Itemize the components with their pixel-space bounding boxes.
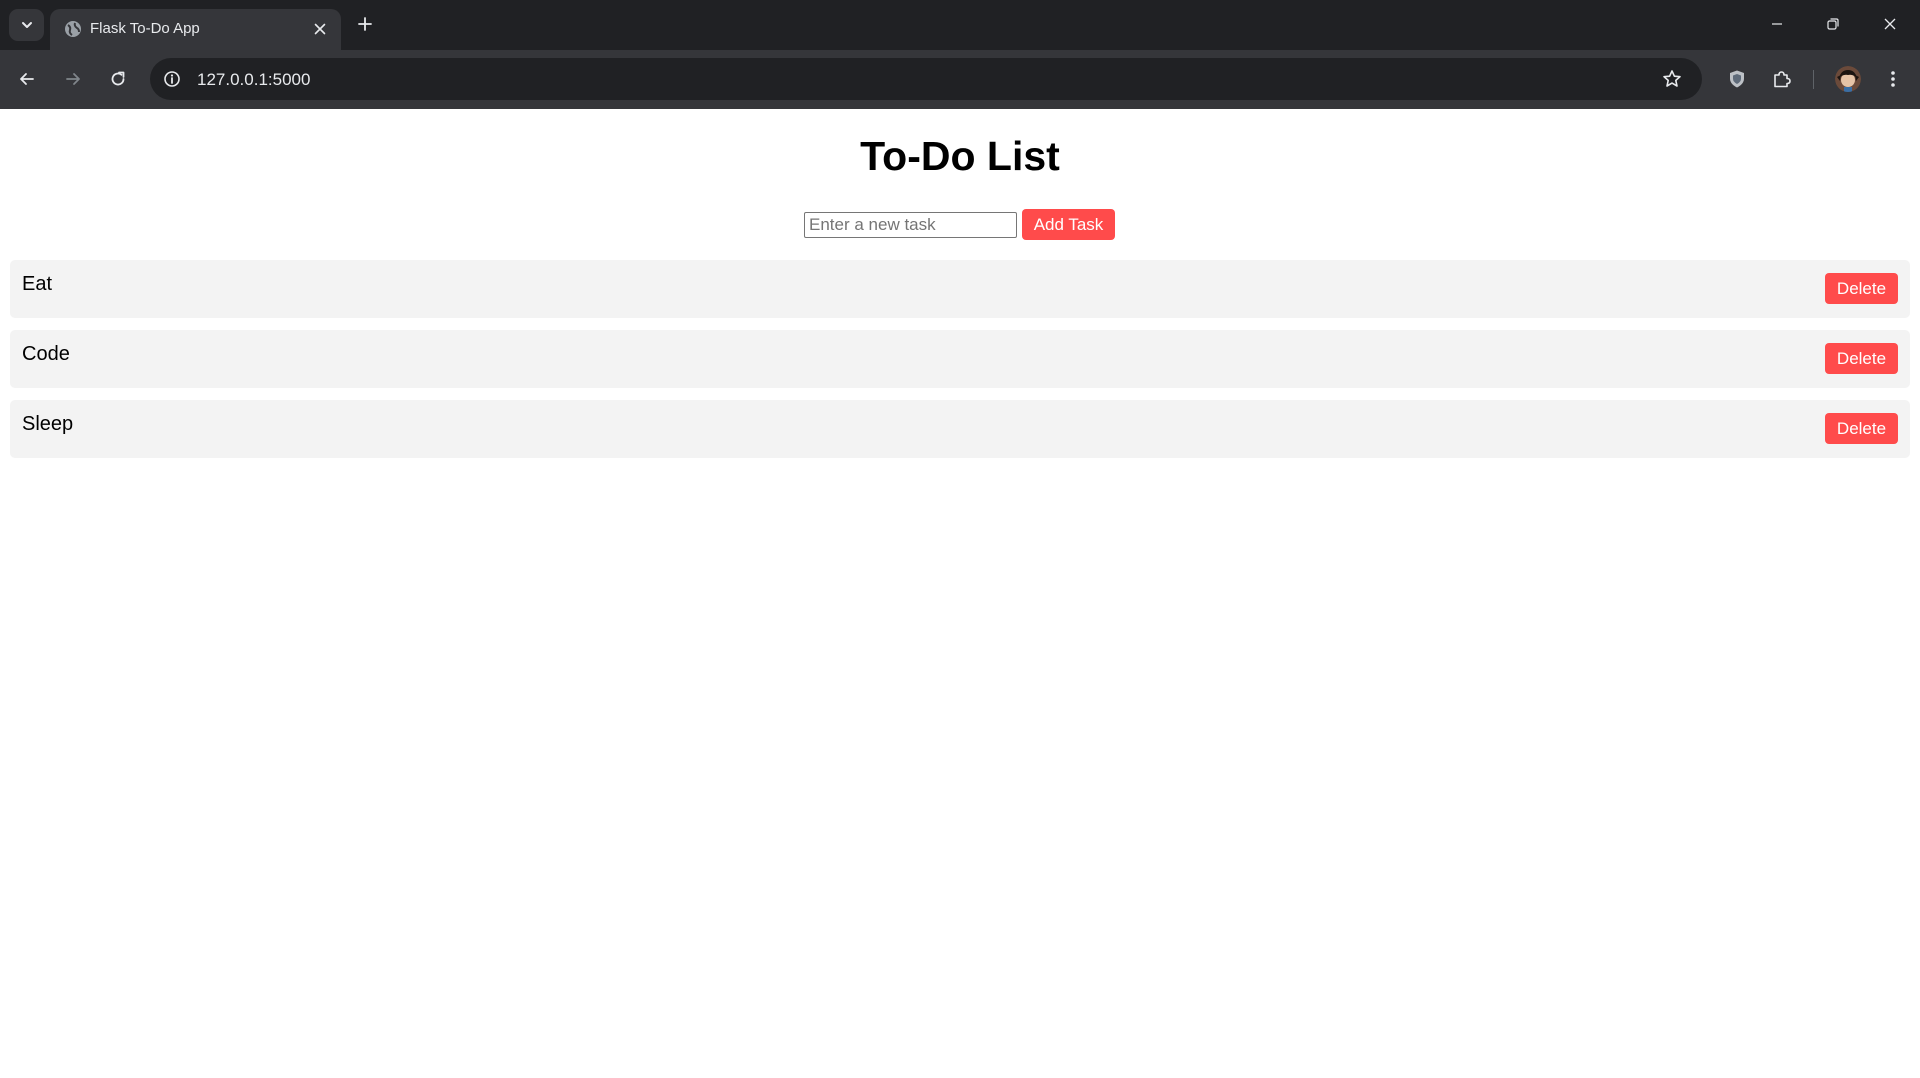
add-task-form: Add Task bbox=[804, 209, 1115, 240]
delete-button[interactable]: Delete bbox=[1825, 343, 1898, 374]
tab-close-button[interactable] bbox=[310, 19, 330, 39]
task-list: Eat Delete Code Delete Sleep Delete bbox=[10, 260, 1910, 470]
puzzle-icon bbox=[1774, 71, 1791, 88]
browser-tab-strip: Flask To-Do App bbox=[0, 0, 1920, 50]
globe-icon bbox=[63, 19, 83, 39]
add-task-button[interactable]: Add Task bbox=[1022, 209, 1115, 240]
close-icon bbox=[314, 23, 326, 35]
page-title: To-Do List bbox=[860, 133, 1060, 179]
back-button[interactable] bbox=[14, 66, 40, 92]
bookmark-button[interactable] bbox=[1660, 67, 1684, 91]
delete-button[interactable]: Delete bbox=[1825, 273, 1898, 304]
forward-button[interactable] bbox=[60, 66, 86, 92]
reload-icon bbox=[111, 71, 125, 86]
url-text[interactable]: 127.0.0.1:5000 bbox=[197, 70, 310, 90]
site-info-button[interactable] bbox=[160, 67, 184, 91]
task-item: Code Delete bbox=[10, 330, 1910, 388]
profile-avatar[interactable] bbox=[1835, 66, 1861, 92]
forward-arrow-icon bbox=[66, 73, 80, 85]
task-text: Code bbox=[22, 343, 70, 365]
browser-toolbar: 127.0.0.1:5000 bbox=[0, 50, 1920, 109]
task-item: Sleep Delete bbox=[10, 400, 1910, 458]
browser-menu-button[interactable] bbox=[1880, 66, 1906, 92]
chevron-down-icon bbox=[21, 22, 32, 28]
info-icon bbox=[164, 71, 180, 87]
plus-icon bbox=[358, 17, 372, 31]
toolbar-separator bbox=[1813, 70, 1814, 89]
task-item: Eat Delete bbox=[10, 260, 1910, 318]
minimize-icon bbox=[1772, 23, 1782, 25]
tab-search-button[interactable] bbox=[9, 9, 44, 41]
restore-icon bbox=[1827, 18, 1839, 30]
back-arrow-icon bbox=[20, 73, 34, 85]
restore-button[interactable] bbox=[1821, 12, 1845, 36]
shield-icon bbox=[1730, 70, 1744, 88]
star-icon bbox=[1663, 70, 1681, 87]
new-tab-button[interactable] bbox=[353, 12, 377, 36]
minimize-button[interactable] bbox=[1765, 12, 1789, 36]
extension-shield-button[interactable] bbox=[1724, 66, 1750, 92]
delete-button[interactable]: Delete bbox=[1825, 413, 1898, 444]
close-window-button[interactable] bbox=[1878, 12, 1902, 36]
reload-button[interactable] bbox=[105, 66, 131, 92]
task-text: Sleep bbox=[22, 413, 74, 435]
close-icon bbox=[1884, 18, 1896, 30]
extensions-button[interactable] bbox=[1769, 66, 1795, 92]
tab-title: Flask To-Do App bbox=[90, 20, 200, 37]
page-viewport: To-Do List Add Task Eat Delete Code Dele… bbox=[0, 109, 1920, 1078]
address-bar[interactable]: 127.0.0.1:5000 bbox=[150, 58, 1702, 100]
new-task-input[interactable] bbox=[804, 211, 1017, 238]
browser-tab-active[interactable]: Flask To-Do App bbox=[50, 9, 341, 50]
task-text: Eat bbox=[22, 273, 53, 295]
kebab-menu-icon bbox=[1891, 71, 1895, 87]
avatar-icon bbox=[1835, 66, 1861, 92]
